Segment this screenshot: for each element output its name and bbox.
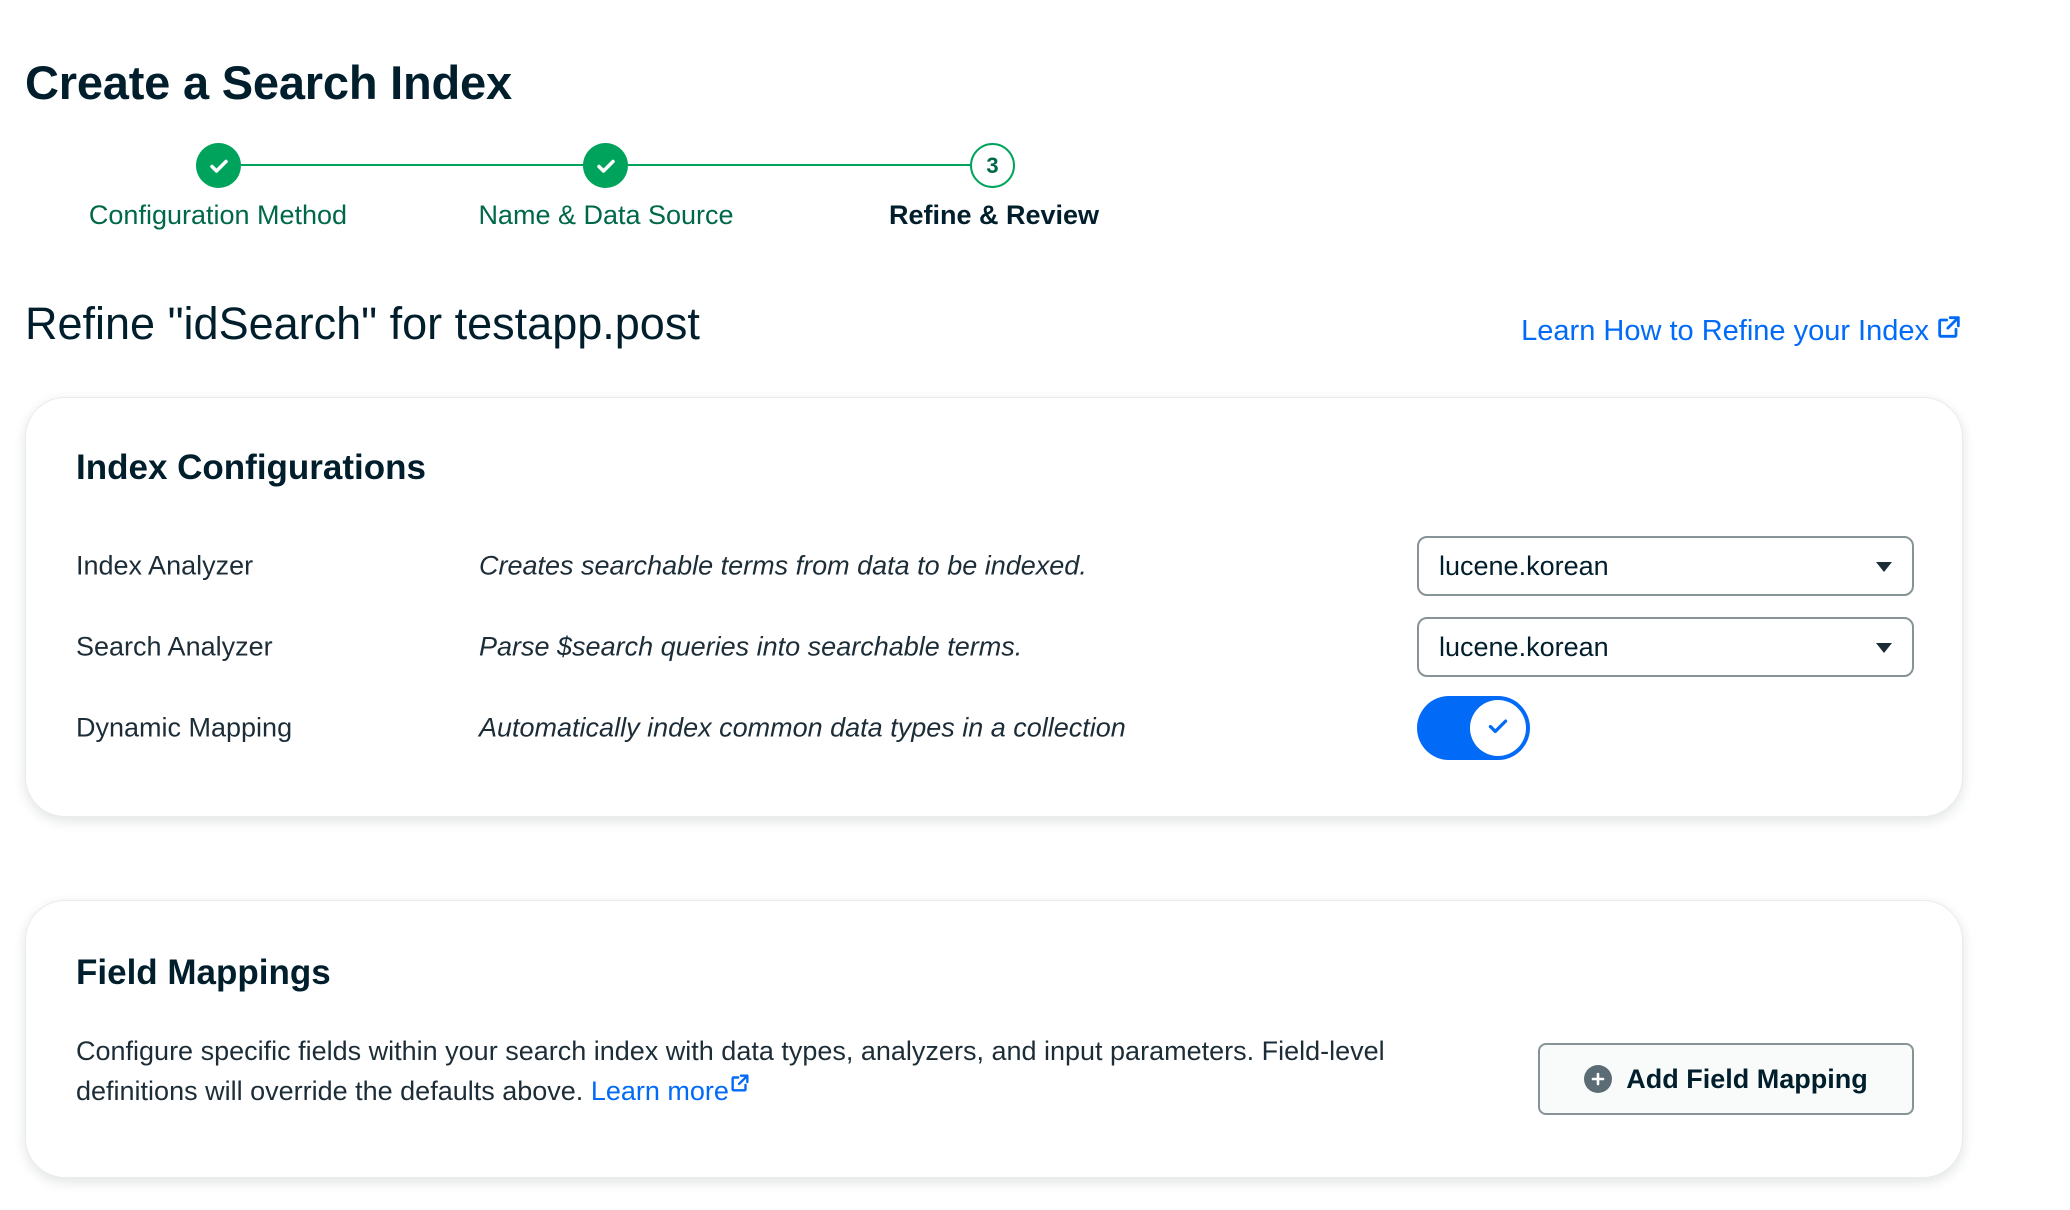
- index-configurations-title: Index Configurations: [76, 448, 426, 487]
- index-analyzer-row: Index Analyzer Creates searchable terms …: [26, 536, 1962, 596]
- caret-down-icon: [1876, 562, 1892, 572]
- add-field-mapping-button[interactable]: Add Field Mapping: [1538, 1043, 1914, 1115]
- search-analyzer-description: Parse $search queries into searchable te…: [479, 631, 1023, 662]
- step-label-refine-review: Refine & Review: [888, 200, 1100, 230]
- refine-title: Refine "idSearch" for testapp.post: [25, 298, 700, 349]
- step-label-configuration-method: Configuration Method: [88, 200, 348, 230]
- external-link-icon: [729, 1074, 751, 1106]
- search-analyzer-value: lucene.korean: [1439, 631, 1609, 662]
- index-analyzer-select[interactable]: lucene.korean: [1417, 536, 1914, 596]
- learn-refine-link[interactable]: Learn How to Refine your Index: [1521, 313, 1963, 349]
- external-link-icon: [1935, 313, 1963, 349]
- step-1-check-icon: [196, 143, 241, 188]
- index-analyzer-value: lucene.korean: [1439, 550, 1609, 581]
- search-analyzer-label: Search Analyzer: [76, 631, 273, 662]
- dynamic-mapping-label: Dynamic Mapping: [76, 712, 293, 743]
- index-analyzer-label: Index Analyzer: [76, 550, 254, 581]
- page: Create a Search Index 3 Configuration Me…: [0, 0, 2070, 1210]
- step-3-number: 3: [970, 143, 1015, 188]
- dynamic-mapping-toggle[interactable]: [1417, 696, 1530, 760]
- learn-refine-link-label: Learn How to Refine your Index: [1521, 314, 1929, 347]
- index-analyzer-description: Creates searchable terms from data to be…: [479, 550, 1087, 581]
- toggle-knob: [1470, 700, 1526, 756]
- field-mappings-title: Field Mappings: [76, 953, 331, 992]
- dynamic-mapping-description: Automatically index common data types in…: [479, 712, 1126, 743]
- learn-more-link[interactable]: Learn more: [590, 1074, 751, 1106]
- dynamic-mapping-row: Dynamic Mapping Automatically index comm…: [26, 696, 1962, 760]
- step-label-name-data-source: Name & Data Source: [478, 200, 734, 230]
- search-analyzer-row: Search Analyzer Parse $search queries in…: [26, 617, 1962, 677]
- stepper: 3 Configuration Method Name & Data Sourc…: [0, 0, 1200, 240]
- check-icon: [1485, 713, 1511, 744]
- step-connector-1: [241, 164, 607, 166]
- index-configurations-card: Index Configurations Index Analyzer Crea…: [25, 397, 1963, 817]
- field-mappings-description: Configure specific fields within your se…: [76, 1031, 1496, 1111]
- add-field-mapping-label: Add Field Mapping: [1626, 1063, 1868, 1094]
- plus-circle-icon: [1584, 1065, 1613, 1093]
- caret-down-icon: [1876, 643, 1892, 653]
- step-2-check-icon: [583, 143, 628, 188]
- search-analyzer-select[interactable]: lucene.korean: [1417, 617, 1914, 677]
- learn-more-label: Learn more: [590, 1076, 729, 1106]
- field-mappings-card: Field Mappings Configure specific fields…: [25, 900, 1963, 1178]
- step-connector-2: [628, 164, 980, 166]
